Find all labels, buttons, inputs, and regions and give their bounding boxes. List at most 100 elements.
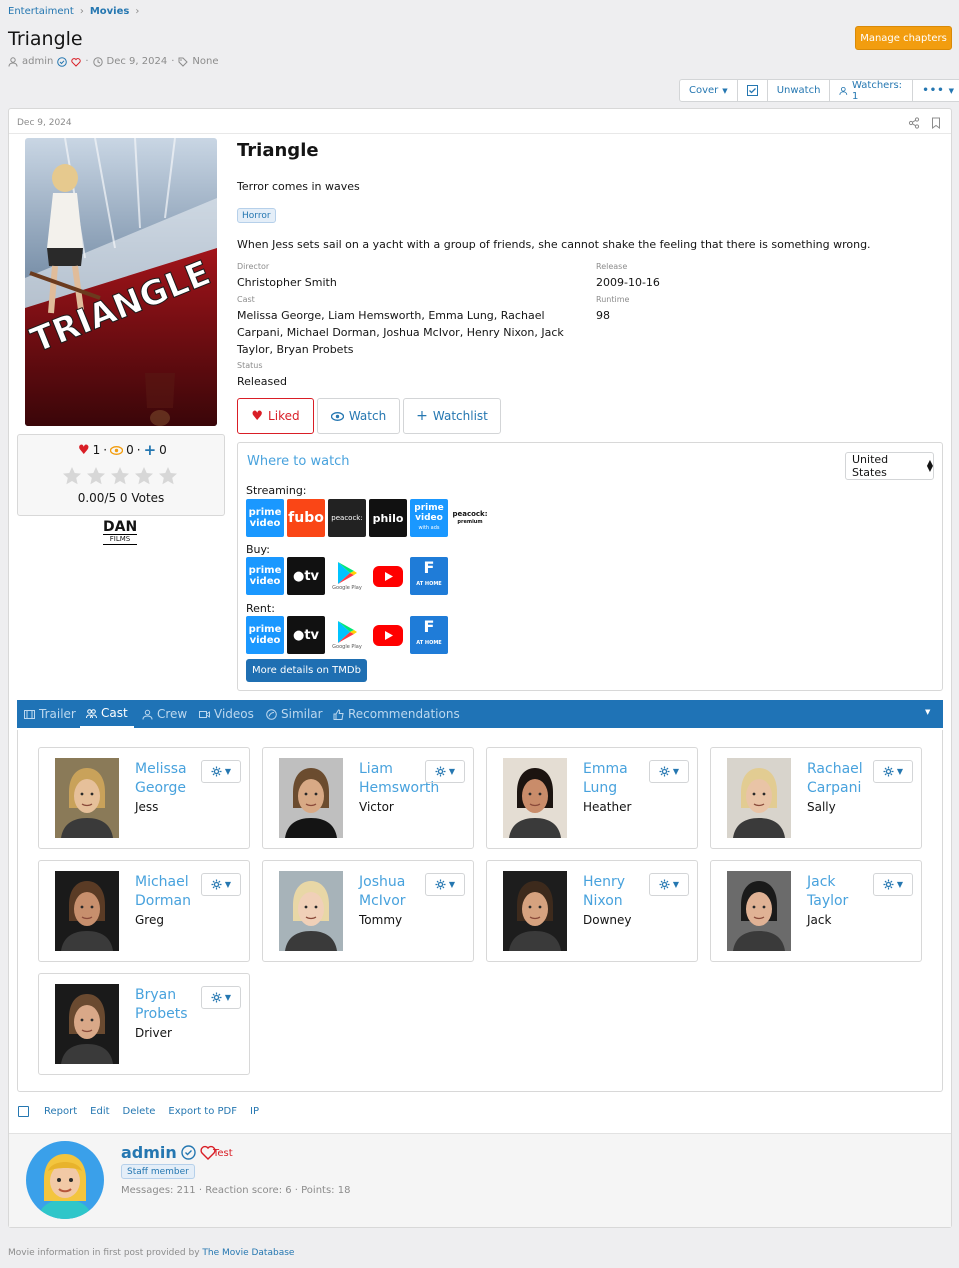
provider-google-play[interactable]: Google Play [328, 616, 366, 654]
cast-name[interactable]: Michael Dorman [135, 873, 201, 911]
post-date[interactable]: Dec 9, 2024 [17, 118, 72, 128]
cast-photo[interactable] [727, 758, 791, 838]
bookmark-icon[interactable] [931, 117, 941, 129]
breadcrumb-movies[interactable]: Movies [90, 6, 130, 17]
cast-options-button[interactable]: ▼ [201, 986, 241, 1009]
provider-google-play[interactable]: Google Play [328, 557, 366, 595]
provider-prime-video[interactable]: prime video [246, 616, 284, 654]
tab-videos[interactable]: Videos [199, 700, 254, 728]
cast-name[interactable]: Jack Taylor [807, 873, 873, 911]
heart-icon: ♥ [251, 408, 264, 424]
cast-photo[interactable] [279, 871, 343, 951]
gear-icon [211, 766, 222, 777]
provider-apple-tv[interactable]: ● tv [287, 616, 325, 654]
author-link[interactable]: admin [22, 56, 53, 67]
provider-peacock[interactable]: peacock: [328, 499, 366, 537]
cast-name[interactable]: Melissa George [135, 760, 201, 798]
tmdb-link[interactable]: The Movie Database [202, 1248, 294, 1258]
caret-down-icon: ▼ [896, 767, 904, 776]
cast-role: Victor [359, 800, 394, 814]
star-rating[interactable] [62, 466, 178, 486]
star-icon[interactable] [62, 466, 82, 486]
provider-apple-tv[interactable]: ● tv [287, 557, 325, 595]
tab-cast[interactable]: Cast [80, 700, 134, 728]
cast-photo[interactable] [503, 871, 567, 951]
buy-label: Buy: [246, 543, 270, 556]
provider-fubo[interactable]: fubo [287, 499, 325, 537]
select-checkbox-button[interactable] [736, 80, 767, 101]
breadcrumb-entertainment[interactable]: Entertaiment [8, 6, 74, 17]
country-select[interactable]: United States ▲ ▼ [845, 452, 934, 480]
genre-badge[interactable]: Horror [237, 208, 276, 223]
cast-options-button[interactable]: ▼ [649, 760, 689, 783]
star-icon[interactable] [134, 466, 154, 486]
cast-options-button[interactable]: ▼ [425, 873, 465, 896]
user-stats: Messages: 211 · Reaction score: 6 · Poin… [121, 1185, 351, 1196]
cast-name[interactable]: Henry Nixon [583, 873, 649, 911]
watchlist-button[interactable]: + Watchlist [403, 398, 501, 434]
tab-trailer[interactable]: Trailer [24, 700, 76, 728]
heart-icon [71, 57, 82, 67]
cast-photo[interactable] [55, 984, 119, 1064]
manage-chapters-button[interactable]: Manage chapters [855, 26, 952, 50]
tab-similar[interactable]: Similar [266, 700, 323, 728]
cast-photo[interactable] [55, 871, 119, 951]
provider-youtube[interactable] [369, 616, 407, 654]
cast-name[interactable]: Bryan Probets [135, 986, 201, 1024]
cast-photo[interactable] [727, 871, 791, 951]
cast-options-button[interactable]: ▼ [873, 873, 913, 896]
thread-toolbar: Cover ▼ Unwatch Watchers: 1 ••• ▼ [679, 79, 959, 102]
user-icon [142, 709, 153, 720]
export-pdf-link[interactable]: Export to PDF [168, 1106, 237, 1117]
cast-name[interactable]: Joshua McIvor [359, 873, 425, 911]
star-icon[interactable] [158, 466, 178, 486]
report-link[interactable]: Report [44, 1106, 77, 1117]
director-value: Christopher Smith [237, 276, 337, 289]
share-icon[interactable] [908, 117, 920, 129]
gear-icon [659, 766, 670, 777]
provider-prime-video[interactable]: prime video [246, 557, 284, 595]
cast-options-button[interactable]: ▼ [873, 760, 913, 783]
select-arrows-icon: ▲ ▼ [926, 458, 933, 473]
ip-link[interactable]: IP [250, 1106, 259, 1117]
more-details-tmdb-button[interactable]: More details on TMDb [246, 659, 367, 682]
cast-name[interactable]: Liam Hemsworth [359, 760, 439, 798]
cast-options-button[interactable]: ▼ [649, 873, 689, 896]
liked-button[interactable]: ♥ Liked [237, 398, 314, 434]
avatar[interactable] [26, 1141, 104, 1219]
more-options-button[interactable]: ••• ▼ [912, 80, 959, 101]
tabs-overflow-caret-icon[interactable]: ▼ [925, 708, 930, 716]
cast-photo[interactable] [503, 758, 567, 838]
cast-name[interactable]: Rachael Carpani [807, 760, 873, 798]
rating-counts: ♥ 1 · 0 · + 0 [78, 441, 167, 459]
cast-photo[interactable] [279, 758, 343, 838]
star-icon[interactable] [86, 466, 106, 486]
tab-recommendations[interactable]: Recommendations [333, 700, 460, 728]
watch-button[interactable]: Watch [317, 398, 400, 434]
cast-options-button[interactable]: ▼ [201, 760, 241, 783]
star-icon[interactable] [110, 466, 130, 486]
unwatch-button[interactable]: Unwatch [766, 80, 830, 101]
select-post-checkbox[interactable] [18, 1106, 29, 1117]
cast-photo[interactable] [55, 758, 119, 838]
cover-menu-button[interactable]: Cover ▼ [680, 80, 737, 101]
provider-prime-video[interactable]: prime video [246, 499, 284, 537]
provider-peacock-premium[interactable]: peacock: premium [451, 499, 489, 537]
movie-overview: When Jess sets sail on a yacht with a gr… [237, 238, 871, 251]
provider-fandango-at-home[interactable]: F AT HOME [410, 616, 448, 654]
watchers-button[interactable]: Watchers: 1 [829, 80, 912, 102]
cast-name[interactable]: Emma Lung [583, 760, 649, 798]
provider-philo[interactable]: philo [369, 499, 407, 537]
tab-crew[interactable]: Crew [142, 700, 187, 728]
cast-options-button[interactable]: ▼ [201, 873, 241, 896]
users-icon [86, 708, 97, 718]
provider-youtube[interactable] [369, 557, 407, 595]
cast-options-button[interactable]: ▼ [425, 760, 465, 783]
delete-link[interactable]: Delete [123, 1106, 156, 1117]
caret-down-icon: ▼ [224, 767, 232, 776]
edit-link[interactable]: Edit [90, 1106, 109, 1117]
where-to-watch-title: Where to watch [247, 454, 350, 469]
provider-fandango-at-home[interactable]: F AT HOME [410, 557, 448, 595]
author-name[interactable]: admin [121, 1143, 216, 1162]
provider-prime-video-ads[interactable]: prime video with ads [410, 499, 448, 537]
